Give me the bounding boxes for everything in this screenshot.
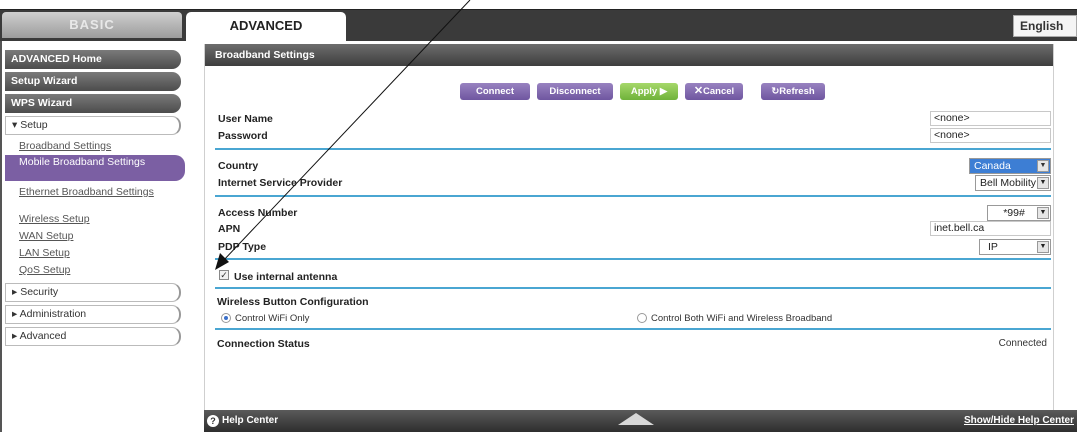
sidebar-item-wps-wizard[interactable]: WPS Wizard [5, 94, 181, 113]
separator [215, 287, 1051, 289]
sidebar-section-advanced[interactable]: ▸ Advanced [5, 327, 181, 346]
use-internal-antenna-checkbox[interactable]: ✓ [219, 270, 229, 280]
password-field[interactable]: <none> [930, 128, 1051, 143]
show-hide-help-center-link[interactable]: Show/Hide Help Center [964, 410, 1074, 432]
disconnect-button[interactable]: Disconnect [537, 83, 613, 100]
separator [215, 195, 1051, 197]
password-label: Password [218, 130, 268, 142]
tab-advanced[interactable]: ADVANCED [186, 12, 346, 42]
isp-value: Bell Mobility [980, 177, 1037, 189]
sidebar-link-qos-setup[interactable]: QoS Setup [5, 262, 181, 279]
connection-status-value: Connected [998, 338, 1047, 349]
sidebar-section-security[interactable]: ▸ Security [5, 283, 181, 302]
sidebar-link-lan-setup[interactable]: LAN Setup [5, 245, 181, 262]
x-icon: ✕ [693, 85, 704, 97]
radio-control-both-label: Control Both WiFi and Wireless Broadband [651, 313, 833, 324]
access-number-value: *99# [1003, 207, 1025, 219]
refresh-button[interactable]: ↻Refresh [761, 83, 825, 100]
separator [215, 258, 1051, 260]
cancel-button[interactable]: ✕Cancel [685, 83, 743, 100]
user-name-label: User Name [218, 113, 273, 125]
sidebar-item-advanced-home[interactable]: ADVANCED Home [5, 50, 181, 69]
sidebar-item-setup-wizard[interactable]: Setup Wizard [5, 72, 181, 91]
connection-status-label: Connection Status [217, 338, 310, 350]
router-admin-page: BASIC ADVANCED English ADVANCED Home Set… [0, 0, 1077, 432]
pdp-type-select[interactable]: IP ▼ [979, 239, 1051, 255]
separator [215, 148, 1051, 150]
question-circle-icon[interactable]: ? [207, 415, 219, 427]
sidebar-link-wan-setup[interactable]: WAN Setup [5, 228, 181, 245]
cancel-label: Cancel [703, 86, 735, 97]
user-name-field[interactable]: <none> [930, 111, 1051, 126]
help-center-bar: ? Help Center Show/Hide Help Center [204, 410, 1077, 432]
apply-button[interactable]: Apply ▶ [620, 83, 678, 100]
access-number-select[interactable]: *99# ▼ [987, 205, 1051, 221]
apn-field[interactable]: inet.bell.ca [930, 221, 1051, 236]
pdp-type-label: PDP Type [218, 241, 267, 253]
sidebar-section-administration[interactable]: ▸ Administration [5, 305, 181, 324]
use-internal-antenna-label: Use internal antenna [234, 271, 338, 283]
left-border [0, 41, 2, 432]
connect-button[interactable]: Connect [460, 83, 530, 100]
language-select[interactable]: English [1013, 15, 1077, 37]
sidebar-link-ethernet-broadband-settings[interactable]: Ethernet Broadband Settings [5, 185, 181, 211]
country-value: Canada [974, 160, 1011, 172]
broadband-settings-panel: Broadband Settings Connect Disconnect Ap… [204, 44, 1054, 432]
chevron-down-icon: ▼ [1037, 207, 1049, 219]
isp-label: Internet Service Provider [218, 177, 343, 189]
pdp-type-value: IP [988, 241, 998, 253]
refresh-label: Refresh [779, 86, 815, 97]
access-number-label: Access Number [218, 207, 298, 219]
sidebar-link-broadband-settings[interactable]: Broadband Settings [5, 138, 181, 155]
help-center-label[interactable]: Help Center [222, 410, 278, 432]
sidebar-section-setup[interactable]: ▾ Setup [5, 116, 181, 135]
tab-basic[interactable]: BASIC [2, 12, 182, 38]
country-label: Country [218, 160, 259, 172]
country-select[interactable]: Canada ▼ [969, 158, 1051, 174]
radio-control-wifi-only[interactable] [221, 313, 231, 323]
wireless-button-config-title: Wireless Button Configuration [217, 296, 369, 308]
isp-select[interactable]: Bell Mobility ▼ [975, 175, 1051, 191]
triangle-up-icon[interactable] [618, 413, 654, 425]
separator [215, 328, 1051, 330]
sidebar-link-mobile-broadband-settings[interactable]: Mobile Broadband Settings [5, 155, 185, 181]
panel-title: Broadband Settings [205, 44, 1053, 66]
chevron-down-icon: ▼ [1037, 177, 1049, 189]
radio-control-wifi-only-label: Control WiFi Only [235, 313, 310, 324]
radio-control-both[interactable] [637, 313, 647, 323]
sidebar-link-wireless-setup[interactable]: Wireless Setup [5, 211, 181, 228]
sidebar: ADVANCED Home Setup Wizard WPS Wizard ▾ … [5, 50, 185, 349]
chevron-down-icon: ▼ [1037, 241, 1049, 253]
apn-label: APN [218, 223, 241, 235]
chevron-down-icon: ▼ [1037, 160, 1049, 172]
